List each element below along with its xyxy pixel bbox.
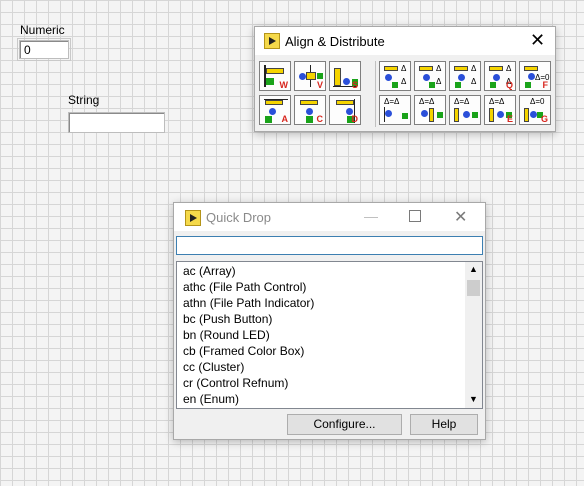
- distribute-horizontal-compress-button[interactable]: Δ=0 G: [519, 95, 551, 125]
- list-item[interactable]: athc (File Path Control): [183, 280, 306, 294]
- distribute-vertical-gap-button[interactable]: Δ Δ Q: [484, 61, 516, 91]
- distribute-vertical-compress-button[interactable]: Δ=0 F: [519, 61, 551, 91]
- tool-letter: F: [542, 80, 549, 90]
- quick-drop-search-input[interactable]: [176, 236, 483, 255]
- align-vertical-centers-button[interactable]: V: [294, 61, 326, 91]
- toolbar-separator: [375, 61, 376, 127]
- align-distribute-title: Align & Distribute: [285, 34, 385, 49]
- labview-icon: [185, 210, 201, 226]
- close-icon[interactable]: ✕: [530, 30, 545, 51]
- numeric-label: Numeric: [20, 23, 65, 37]
- align-top-edges-button[interactable]: A: [259, 95, 291, 125]
- quick-drop-title: Quick Drop: [206, 210, 272, 225]
- distribute-right-edges-button[interactable]: Δ=Δ: [449, 95, 481, 125]
- vertical-scrollbar[interactable]: ▲ ▼: [465, 262, 482, 408]
- distribute-horizontal-gap-button[interactable]: Δ=Δ E: [484, 95, 516, 125]
- distribute-left-edges-button[interactable]: Δ=Δ: [379, 95, 411, 125]
- configure-button[interactable]: Configure...: [287, 414, 402, 435]
- align-distribute-titlebar[interactable]: Align & Distribute ✕: [255, 27, 555, 55]
- list-item[interactable]: cr (Control Refnum): [183, 376, 288, 390]
- list-item[interactable]: bn (Round LED): [183, 328, 270, 342]
- align-distribute-window: Align & Distribute ✕ W V S A C D Δ Δ Δ Δ…: [254, 26, 556, 132]
- list-item[interactable]: athn (File Path Indicator): [183, 296, 314, 310]
- distribute-horizontal-centers-button[interactable]: Δ=Δ: [414, 95, 446, 125]
- quick-drop-titlebar[interactable]: Quick Drop — ✕: [174, 203, 485, 231]
- align-horizontal-centers-button[interactable]: C: [294, 95, 326, 125]
- align-bottom-edges-button[interactable]: S: [329, 61, 361, 91]
- list-item[interactable]: cc (Cluster): [183, 360, 244, 374]
- quick-drop-window: Quick Drop — ✕ ac (Array) athc (File Pat…: [173, 202, 486, 440]
- distribute-top-edges-button[interactable]: Δ Δ: [379, 61, 411, 91]
- list-item[interactable]: en (Enum): [183, 392, 239, 406]
- labview-icon: [264, 33, 280, 49]
- align-left-edges-button[interactable]: W: [259, 61, 291, 91]
- quick-drop-list: ac (Array) athc (File Path Control) athn…: [176, 261, 483, 409]
- align-right-edges-button[interactable]: D: [329, 95, 361, 125]
- tool-letter: A: [281, 114, 289, 124]
- list-item[interactable]: ac (Array): [183, 264, 236, 278]
- tool-letter: D: [351, 114, 359, 124]
- list-item[interactable]: cb (Framed Color Box): [183, 344, 304, 358]
- string-label: String: [68, 93, 100, 107]
- scrollbar-thumb[interactable]: [467, 280, 480, 296]
- help-button[interactable]: Help: [410, 414, 478, 435]
- tool-letter: C: [316, 114, 324, 124]
- distribute-vertical-centers-button[interactable]: Δ Δ: [414, 61, 446, 91]
- scroll-down-arrow-icon[interactable]: ▼: [469, 394, 478, 404]
- minimize-icon[interactable]: —: [364, 208, 378, 224]
- scroll-up-arrow-icon[interactable]: ▲: [469, 264, 478, 274]
- tool-letter: G: [540, 114, 548, 124]
- tool-letter: E: [506, 114, 513, 124]
- close-icon[interactable]: ✕: [454, 207, 467, 227]
- tool-letter: W: [279, 80, 289, 90]
- string-control[interactable]: [68, 112, 165, 133]
- tool-letter: S: [351, 80, 358, 90]
- numeric-control[interactable]: 0: [17, 38, 71, 61]
- maximize-icon[interactable]: [409, 210, 421, 222]
- tool-letter: V: [316, 80, 323, 90]
- distribute-bottom-edges-button[interactable]: Δ Δ: [449, 61, 481, 91]
- list-item[interactable]: bc (Push Button): [183, 312, 272, 326]
- tool-letter: Q: [505, 80, 513, 90]
